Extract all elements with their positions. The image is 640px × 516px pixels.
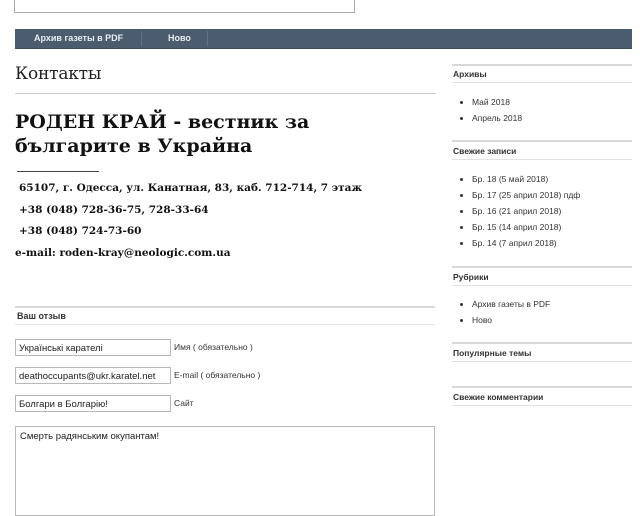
address-text: 65107, г. Одесса, ул. Канатная, 83, каб.… (19, 182, 363, 194)
sidebar-divider (452, 285, 632, 286)
email-text: e-mail: roden-kray@neologic.com.ua (15, 247, 231, 259)
recent-post-link[interactable]: Бр. 17 (25 април 2018) пдф (458, 189, 580, 205)
sidebar-bar (452, 266, 632, 268)
categories-title: Рубрики (453, 272, 489, 282)
recent-posts-list: Бр. 18 (5 май 2018) Бр. 17 (25 април 201… (458, 173, 580, 253)
header-box (14, 0, 355, 13)
newspaper-heading: РОДЕН КРАЙ - вестник за българите в Укра… (15, 111, 310, 157)
recent-post-link[interactable]: Бр. 16 (21 април 2018) (458, 205, 580, 221)
website-label: Сайт (174, 398, 194, 408)
nav-separator (141, 31, 142, 46)
category-link-pdf-archive[interactable]: Архив газеты в PDF (458, 298, 550, 314)
comment-textarea[interactable]: Смерть радянським окупантам! (15, 426, 435, 516)
sidebar-bar (452, 386, 632, 388)
archive-link-april-2018[interactable]: Апрель 2018 (458, 112, 522, 128)
main-navigation: Архив газеты в PDF Ново (15, 29, 632, 49)
page-title: Контакты (15, 64, 102, 84)
categories-list: Архив газеты в PDF Ново (458, 298, 550, 330)
nav-item-pdf-archive[interactable]: Архив газеты в PDF (34, 29, 123, 48)
sidebar-divider (452, 405, 632, 406)
recent-post-link[interactable]: Бр. 15 (14 април 2018) (458, 221, 580, 237)
form-title: Ваш отзыв (17, 311, 66, 321)
archive-link-may-2018[interactable]: Май 2018 (458, 96, 522, 112)
recent-comments-title: Свежие комментарии (453, 392, 544, 402)
sidebar-bar (452, 64, 632, 66)
form-section-bar (15, 306, 435, 308)
name-label: Имя ( обязательно ) (174, 342, 253, 352)
heading-underline (17, 171, 99, 172)
archives-title: Архивы (453, 69, 487, 79)
sidebar-bar (452, 342, 632, 344)
recent-post-link[interactable]: Бр. 14 (7 април 2018) (458, 237, 580, 253)
sidebar-divider (452, 361, 632, 362)
website-input[interactable]: Болгари в Болгарію! (15, 395, 171, 412)
phone-text-2: +38 (048) 724-73-60 (19, 225, 142, 237)
popular-topics-title: Популярные темы (453, 348, 532, 358)
recent-post-link[interactable]: Бр. 18 (5 май 2018) (458, 173, 580, 189)
nav-separator (207, 31, 208, 46)
sidebar-bar (452, 140, 632, 142)
recent-posts-title: Свежие записи (453, 146, 517, 156)
sidebar-divider (452, 82, 632, 83)
title-divider (15, 93, 436, 94)
category-link-new[interactable]: Ново (458, 314, 550, 330)
sidebar-divider (452, 159, 632, 160)
name-input[interactable]: Українські карателі (15, 339, 171, 356)
email-input[interactable]: deathoccupants@ukr.karatel.net (15, 367, 171, 384)
phone-text: +38 (048) 728-36-75, 728-33-64 (19, 204, 209, 216)
nav-item-new[interactable]: Ново (168, 29, 191, 48)
archives-list: Май 2018 Апрель 2018 (458, 96, 522, 128)
email-label: E-mail ( обязательно ) (174, 370, 261, 380)
form-title-divider (15, 324, 435, 325)
